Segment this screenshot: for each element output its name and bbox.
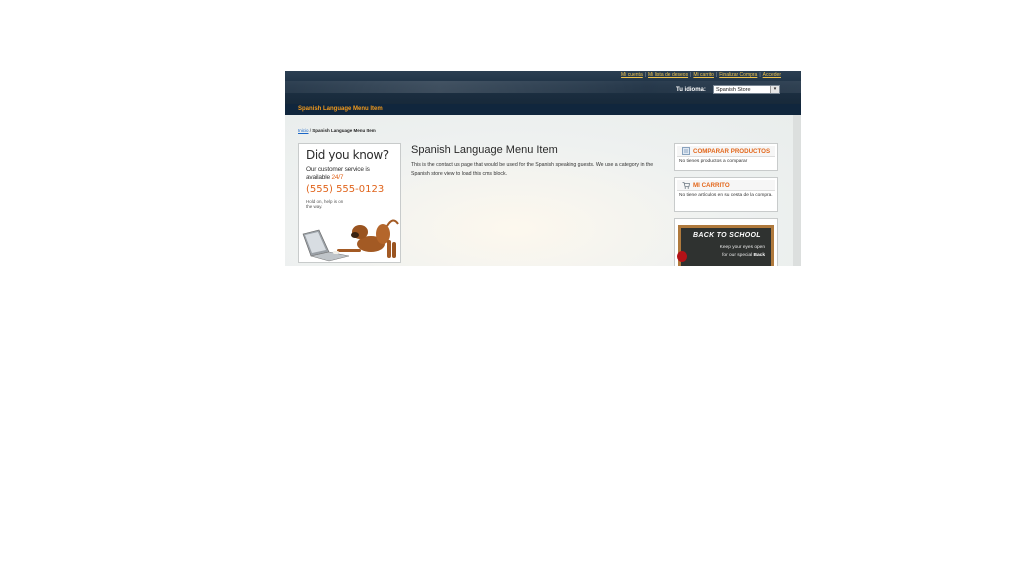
compare-products-header: COMPARAR PRODUCTOS xyxy=(677,146,775,157)
link-wishlist[interactable]: Mi lista de deseos xyxy=(648,72,688,78)
mini-cart-header: MI CARRITO xyxy=(677,180,775,191)
page-description: This is the contact us page that would b… xyxy=(411,162,654,177)
compare-products-body: No tienes productos a comparar xyxy=(679,159,748,164)
link-my-account[interactable]: Mi cuenta xyxy=(621,72,643,78)
language-label: Tu idioma: xyxy=(676,87,706,93)
chevron-down-icon[interactable]: ▾ xyxy=(770,86,779,93)
callout-title: Did you know? xyxy=(306,148,389,162)
callout-phone: (555) 555-0123 xyxy=(306,184,385,195)
promo-line-2: for our special Back xyxy=(722,253,765,258)
link-my-cart[interactable]: Mi carrito xyxy=(693,72,714,78)
page-edge xyxy=(793,115,801,266)
chalkboard-frame: BACK TO SCHOOL Keep your eyes open for o… xyxy=(677,225,774,266)
cart-icon xyxy=(682,182,690,189)
mini-cart-body: No tiene artículos en su cesta de la com… xyxy=(679,193,773,198)
promo-line-2-prefix: for our special xyxy=(722,253,754,258)
customer-service-callout[interactable]: Did you know? Our customer service is av… xyxy=(298,143,401,263)
language-select-value: Spanish Store xyxy=(716,87,751,93)
promo-line-1: Keep your eyes open xyxy=(719,245,765,250)
promo-line-2-bold: Back xyxy=(753,253,765,258)
breadcrumb-home-link[interactable]: Inicio xyxy=(298,128,309,133)
link-checkout[interactable]: Finalizar Compra xyxy=(719,72,757,78)
quick-links: Mi cuenta | Mi lista de deseos | Mi carrito |… xyxy=(621,72,781,78)
header: Mi cuenta | Mi lista de deseos | Mi carrito |… xyxy=(285,71,801,104)
back-to-school-banner[interactable]: BACK TO SCHOOL Keep your eyes open for o… xyxy=(674,218,778,266)
store-page: Mi cuenta | Mi lista de deseos | Mi carrito |… xyxy=(285,71,801,266)
nav-item-spanish-menu[interactable]: Spanish Language Menu Item xyxy=(298,106,383,112)
mini-cart-title: MI CARRITO xyxy=(693,182,730,189)
mini-cart-block: MI CARRITO No tiene artículos en su cest… xyxy=(674,177,778,212)
link-login[interactable]: Acceder xyxy=(763,72,781,78)
main-nav: Spanish Language Menu Item xyxy=(285,104,801,115)
compare-products-block: COMPARAR PRODUCTOS No tienes productos a… xyxy=(674,143,778,171)
callout-line-2: available 24/7 xyxy=(306,174,344,181)
breadcrumb-current: Spanish Language Menu Item xyxy=(312,128,376,133)
callout-line-2-prefix: available xyxy=(306,174,332,181)
callout-line-1: Our customer service is xyxy=(306,166,370,173)
language-select[interactable]: Spanish Store ▾ xyxy=(713,85,780,94)
page-title: Spanish Language Menu Item xyxy=(411,144,558,156)
compare-icon xyxy=(682,147,690,155)
breadcrumb: Inicio / Spanish Language Menu Item xyxy=(298,128,376,133)
laptop-dog-illustration xyxy=(302,219,399,262)
compare-products-title: COMPARAR PRODUCTOS xyxy=(693,148,771,155)
promo-title: BACK TO SCHOOL xyxy=(693,232,761,239)
apple-icon xyxy=(677,251,687,262)
chalkboard: BACK TO SCHOOL Keep your eyes open for o… xyxy=(681,228,771,266)
callout-highlight: 24/7 xyxy=(331,174,344,181)
